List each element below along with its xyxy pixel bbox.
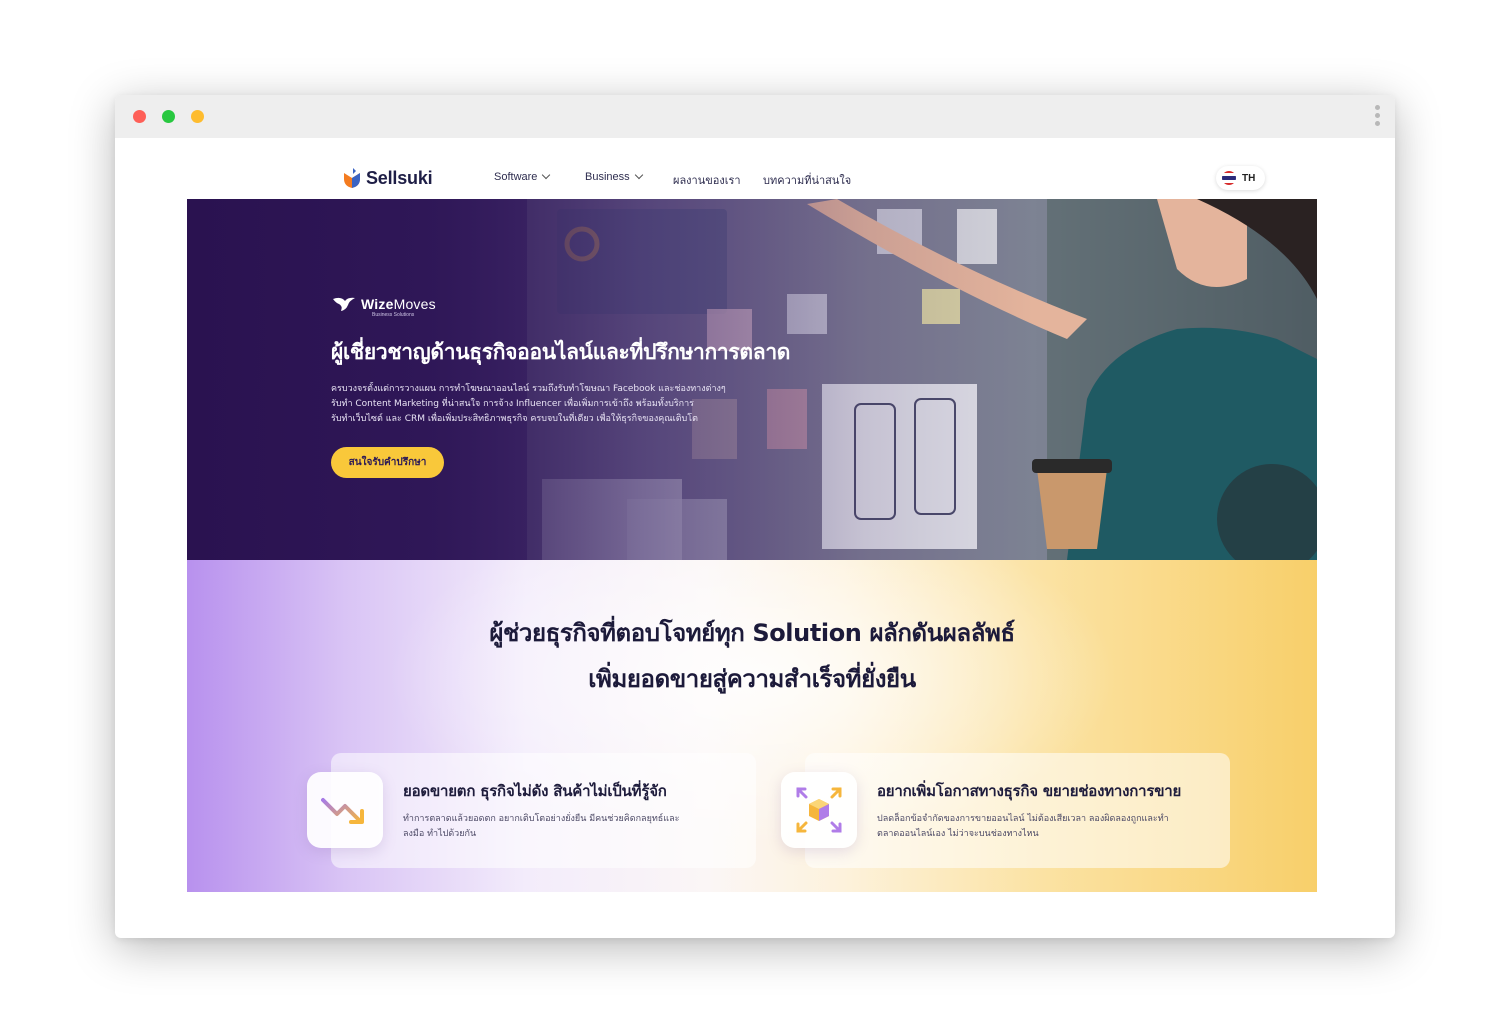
- nav-articles-label: บทความที่น่าสนใจ: [763, 175, 852, 187]
- logo-text: Sellsuki: [366, 167, 433, 188]
- sellsuki-logo-icon: [344, 168, 360, 188]
- solutions-section: ผู้ช่วยธุรกิจที่ตอบโจทย์ทุก Solution ผลั…: [187, 560, 1317, 892]
- nav-business[interactable]: Business: [585, 170, 643, 183]
- solution-card-description-line: ตลาดออนไลน์เอง ไม่ว่าจะบนช่องทางไหน: [877, 829, 1039, 839]
- trending-down-icon: [321, 798, 364, 824]
- nav-business-label: Business: [585, 171, 630, 183]
- solutions-title-line2: เพิ่มยอดขายสู่ความสำเร็จที่ยั่งยืน: [588, 665, 916, 693]
- wizemoves-name-bold: Wize: [361, 296, 394, 312]
- hero-description-line: รับทำ Content Marketing ที่น่าสนใจ การจ้…: [331, 399, 695, 409]
- chevron-down-icon: [634, 170, 643, 180]
- hero-description: ครบวงจรตั้งแต่การวางแผน การทำโฆษณาออนไลน…: [331, 382, 771, 427]
- browser-titlebar: [115, 95, 1395, 138]
- hero-description-line: รับทำเว็บไซต์ และ CRM เพื่อเพิ่มประสิทธิ…: [331, 414, 698, 424]
- wizemoves-bird-icon: [333, 297, 355, 311]
- solution-card[interactable]: [331, 753, 756, 868]
- solution-card-title: อยากเพิ่มโอกาสทางธุรกิจ ขยายช่องทางการขา…: [877, 782, 1182, 800]
- nav-articles[interactable]: บทความที่น่าสนใจ: [763, 171, 851, 189]
- solution-card-description: ทำการตลาดแล้วยอดตก อยากเติบโตอย่างยั่งยื…: [403, 812, 733, 842]
- nav-software-label: Software: [494, 171, 538, 183]
- nav-our-work-label: ผลงานของเรา: [673, 175, 741, 187]
- nav-software[interactable]: Software: [494, 170, 551, 183]
- hero-title: ผู้เชี่ยวชาญด้านธุรกิจออนไลน์และที่ปรึกษ…: [331, 340, 791, 364]
- maximize-window-button[interactable]: [191, 110, 204, 123]
- language-label: TH: [1242, 172, 1256, 184]
- wizemoves-subtitle: Business Solutions: [372, 312, 415, 318]
- nav-our-work[interactable]: ผลงานของเรา: [673, 171, 741, 189]
- sellsuki-logo[interactable]: Sellsuki: [342, 166, 433, 190]
- solution-card-description-line: ลงมือ ทำไปด้วยกัน: [403, 829, 477, 839]
- chevron-down-icon: [542, 170, 551, 180]
- consult-cta-button[interactable]: สนใจรับคำปรึกษา: [331, 447, 444, 478]
- kebab-menu-icon[interactable]: [1375, 105, 1381, 129]
- solution-card-icon-box: [307, 772, 383, 848]
- solution-card-title: ยอดขายตก ธุรกิจไม่ดัง สินค้าไม่เป็นที่รู…: [403, 782, 667, 800]
- solution-card[interactable]: [805, 753, 1230, 868]
- wizemoves-name-light: Moves: [393, 296, 436, 312]
- solutions-title-line1: ผู้ช่วยธุรกิจที่ตอบโจทย์ทุก Solution ผลั…: [489, 619, 1015, 647]
- solution-card-icon-box: [781, 772, 857, 848]
- hero-overlay: [187, 199, 1317, 560]
- close-window-button[interactable]: [133, 110, 146, 123]
- expand-box-icon: [796, 787, 842, 833]
- hero-description-line: ครบวงจรตั้งแต่การวางแผน การทำโฆษณาออนไลน…: [331, 384, 726, 394]
- solution-card-description-line: ทำการตลาดแล้วยอดตก อยากเติบโตอย่างยั่งยื…: [403, 814, 680, 824]
- solution-card-description: ปลดล็อกข้อจำกัดของการขายออนไลน์ ไม่ต้องเ…: [877, 812, 1207, 842]
- wizemoves-name: WizeMoves: [361, 296, 436, 312]
- hero-banner: [187, 199, 1317, 560]
- minimize-window-button[interactable]: [162, 110, 175, 123]
- wizemoves-brand: WizeMoves: [333, 296, 436, 312]
- thai-flag-icon: [1222, 171, 1236, 185]
- language-switcher[interactable]: TH: [1216, 166, 1266, 190]
- solution-card-description-line: ปลดล็อกข้อจำกัดของการขายออนไลน์ ไม่ต้องเ…: [877, 814, 1169, 824]
